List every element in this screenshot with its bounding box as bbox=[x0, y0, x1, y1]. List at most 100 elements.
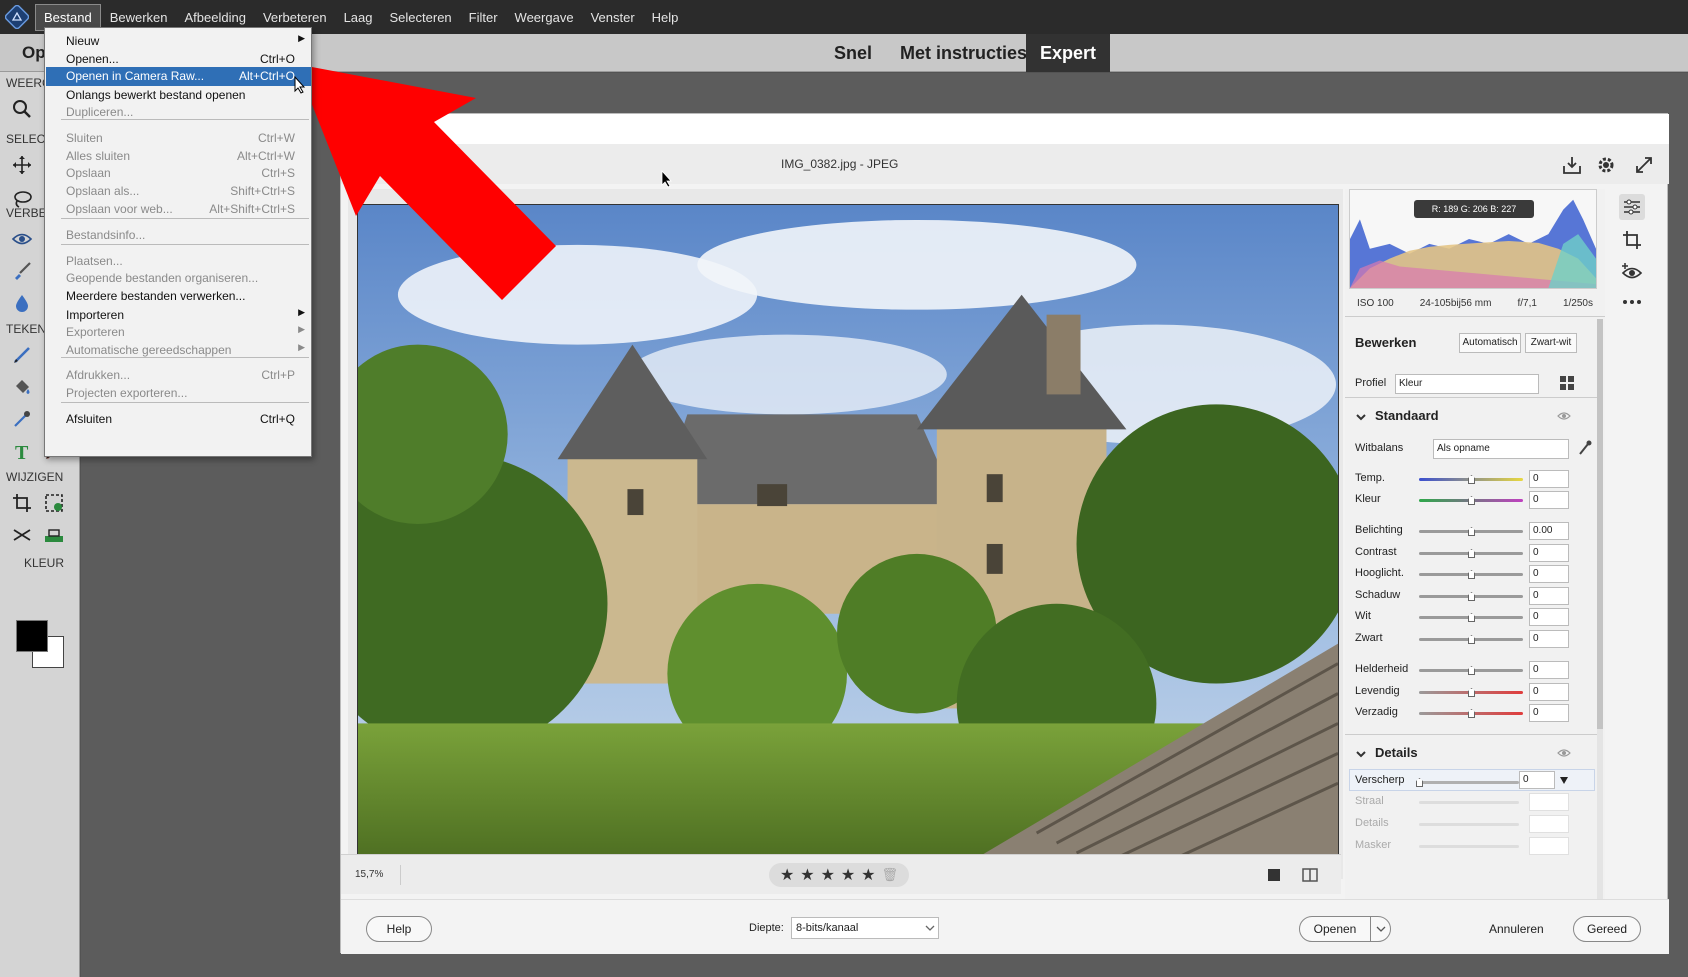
menu-laag[interactable]: Laag bbox=[336, 5, 381, 30]
slider-track-wit[interactable] bbox=[1419, 613, 1523, 622]
brush-icon[interactable] bbox=[6, 256, 38, 286]
slider-thumb-belichting[interactable] bbox=[1468, 527, 1475, 536]
slider-value-schaduw[interactable]: 0 bbox=[1529, 587, 1569, 605]
slider-value-kleur[interactable]: 0 bbox=[1529, 491, 1569, 509]
slider-value-helderheid[interactable]: 0 bbox=[1529, 661, 1569, 679]
panel-scroll-thumb[interactable] bbox=[1597, 319, 1603, 729]
star-rating[interactable]: ★ ★ ★ ★ ★ 🗑 bbox=[769, 863, 909, 887]
menu-venster[interactable]: Venster bbox=[583, 5, 643, 30]
menu-help[interactable]: Help bbox=[644, 5, 687, 30]
slider-value-hooglicht[interactable]: 0 bbox=[1529, 565, 1569, 583]
slider-thumb-wit[interactable] bbox=[1468, 613, 1475, 622]
menu-verbeteren[interactable]: Verbeteren bbox=[255, 5, 335, 30]
slider-track-belichting[interactable] bbox=[1419, 527, 1523, 536]
white-balance-select[interactable]: Als opname bbox=[1433, 439, 1569, 459]
menu-selecteren[interactable]: Selecteren bbox=[382, 5, 460, 30]
type-icon[interactable]: T bbox=[6, 436, 38, 466]
dropdown-arrow-icon[interactable] bbox=[1559, 775, 1569, 785]
menu-item-nieuw[interactable]: Nieuw ▶ bbox=[46, 32, 311, 51]
straighten-icon[interactable] bbox=[6, 520, 38, 550]
sharpen-track[interactable] bbox=[1416, 778, 1519, 787]
details-title[interactable]: Details bbox=[1375, 745, 1418, 760]
slider-value-contrast[interactable]: 0 bbox=[1529, 544, 1569, 562]
slider-thumb-levendig[interactable] bbox=[1468, 688, 1475, 697]
slider-thumb-zwart[interactable] bbox=[1468, 635, 1475, 644]
star-1[interactable]: ★ bbox=[780, 865, 794, 885]
menu-item-meerdere-bestanden[interactable]: Meerdere bestanden verwerken... bbox=[46, 287, 311, 306]
trash-icon[interactable]: 🗑 bbox=[881, 867, 898, 883]
foreground-color-swatch[interactable] bbox=[16, 620, 48, 652]
menu-afbeelding[interactable]: Afbeelding bbox=[177, 5, 254, 30]
chevron-down-icon[interactable] bbox=[1355, 748, 1367, 760]
slider-track-zwart[interactable] bbox=[1419, 635, 1523, 644]
slider-track-levendig[interactable] bbox=[1419, 688, 1523, 697]
slider-thumb-kleur[interactable] bbox=[1468, 496, 1475, 505]
menu-weergave[interactable]: Weergave bbox=[507, 5, 582, 30]
auto-button[interactable]: Automatisch bbox=[1459, 333, 1521, 353]
chevron-down-icon[interactable] bbox=[1355, 411, 1367, 423]
menu-item-afsluiten[interactable]: Afsluiten Ctrl+Q bbox=[46, 410, 311, 429]
compare-view-icon[interactable] bbox=[1301, 866, 1319, 884]
star-4[interactable]: ★ bbox=[841, 865, 855, 885]
bucket-icon[interactable] bbox=[6, 372, 38, 402]
more-options-icon[interactable] bbox=[1619, 289, 1645, 315]
crop-icon[interactable] bbox=[6, 488, 38, 518]
open-dropdown-icon[interactable] bbox=[1376, 925, 1386, 933]
open-button[interactable]: Openen bbox=[1299, 916, 1391, 942]
eye-icon[interactable] bbox=[6, 224, 38, 254]
slider-thumb-temp[interactable] bbox=[1468, 475, 1475, 484]
slider-track-hooglicht[interactable] bbox=[1419, 570, 1523, 579]
slider-thumb-schaduw[interactable] bbox=[1468, 592, 1475, 601]
slider-track-schaduw[interactable] bbox=[1419, 592, 1523, 601]
app-logo-icon[interactable] bbox=[0, 0, 34, 34]
menu-bewerken[interactable]: Bewerken bbox=[102, 5, 176, 30]
cancel-button[interactable]: Annuleren bbox=[1489, 922, 1544, 936]
slider-value-zwart[interactable]: 0 bbox=[1529, 630, 1569, 648]
profile-browser-icon[interactable] bbox=[1559, 375, 1575, 391]
slider-value-verzadig[interactable]: 0 bbox=[1529, 704, 1569, 722]
star-3[interactable]: ★ bbox=[821, 865, 835, 885]
zoom-icon[interactable] bbox=[6, 94, 38, 124]
black-white-button[interactable]: Zwart-wit bbox=[1525, 333, 1577, 353]
slider-thumb-hooglicht[interactable] bbox=[1468, 570, 1475, 579]
gear-icon[interactable] bbox=[1595, 154, 1617, 176]
menu-item-openen-camera-raw[interactable]: Openen in Camera Raw... Alt+Ctrl+O bbox=[46, 67, 311, 86]
single-view-icon[interactable] bbox=[1265, 866, 1283, 884]
zoom-select[interactable]: 15,7% bbox=[353, 865, 401, 885]
drop-icon[interactable] bbox=[6, 288, 38, 318]
slider-value-belichting[interactable]: 0.00 bbox=[1529, 522, 1569, 540]
open-button-label[interactable]: Op bbox=[22, 43, 46, 63]
slider-value-temp[interactable]: 0 bbox=[1529, 470, 1569, 488]
redeye-icon[interactable] bbox=[1619, 259, 1645, 285]
slider-thumb-contrast[interactable] bbox=[1468, 549, 1475, 558]
star-5[interactable]: ★ bbox=[861, 865, 875, 885]
help-button[interactable]: Help bbox=[366, 916, 432, 942]
save-icon[interactable] bbox=[1561, 154, 1583, 176]
done-button[interactable]: Gereed bbox=[1573, 916, 1641, 942]
shapes-icon[interactable] bbox=[38, 520, 70, 550]
slider-track-contrast[interactable] bbox=[1419, 549, 1523, 558]
tab-met-instructies[interactable]: Met instructies bbox=[886, 34, 1041, 72]
move-icon[interactable] bbox=[6, 150, 38, 180]
tab-snel[interactable]: Snel bbox=[820, 34, 886, 72]
pencil-icon[interactable] bbox=[6, 340, 38, 370]
slider-track-helderheid[interactable] bbox=[1419, 666, 1523, 675]
panel-scrollbar[interactable] bbox=[1597, 319, 1603, 899]
profile-select[interactable]: Kleur bbox=[1395, 374, 1539, 394]
slider-track-temp[interactable] bbox=[1419, 475, 1523, 484]
wb-eyedropper-icon[interactable] bbox=[1577, 439, 1593, 457]
sharpen-value[interactable]: 0 bbox=[1519, 771, 1555, 789]
recompose-icon[interactable] bbox=[38, 488, 70, 518]
fullscreen-icon[interactable] bbox=[1633, 154, 1655, 176]
star-2[interactable]: ★ bbox=[800, 865, 814, 885]
menu-filter[interactable]: Filter bbox=[461, 5, 506, 30]
slider-track-verzadig[interactable] bbox=[1419, 709, 1523, 718]
standard-title[interactable]: Standaard bbox=[1375, 408, 1439, 423]
slider-value-levendig[interactable]: 0 bbox=[1529, 683, 1569, 701]
edit-sliders-icon[interactable] bbox=[1619, 194, 1645, 220]
visibility-eye-icon[interactable] bbox=[1557, 411, 1571, 421]
eyedropper-icon[interactable] bbox=[6, 404, 38, 434]
slider-thumb-verzadig[interactable] bbox=[1468, 709, 1475, 718]
slider-track-kleur[interactable] bbox=[1419, 496, 1523, 505]
slider-thumb-helderheid[interactable] bbox=[1468, 666, 1475, 675]
